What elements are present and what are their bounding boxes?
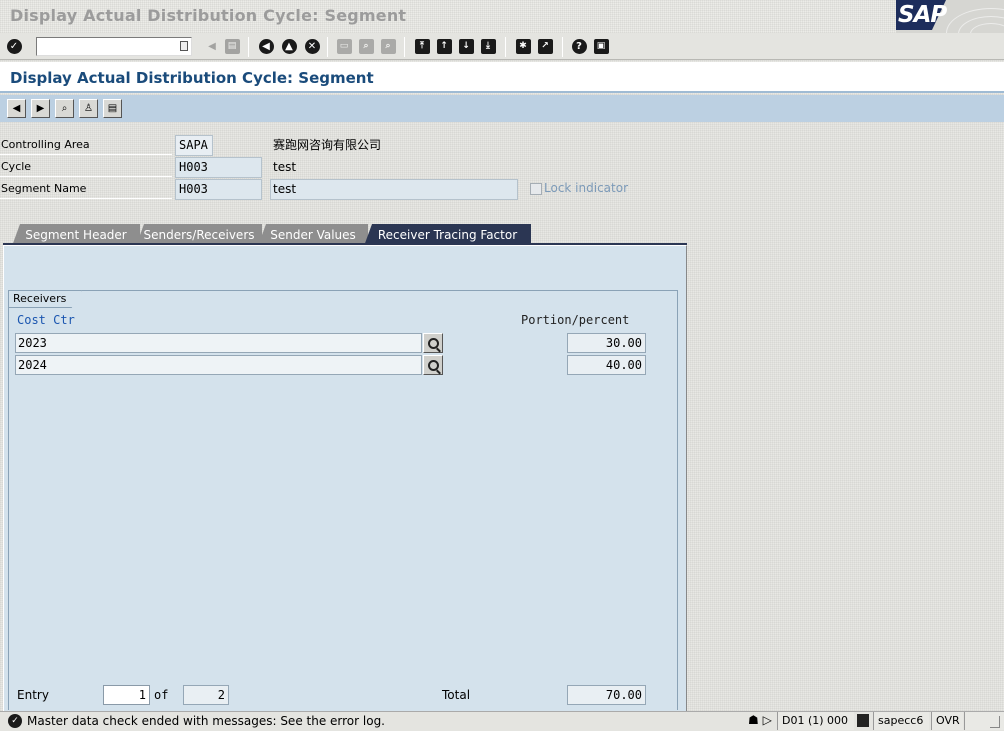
- cycle-label: Cycle: [0, 157, 172, 177]
- status-session-icon[interactable]: [857, 714, 869, 727]
- next-page-icon: ↓: [458, 38, 474, 54]
- segment-text-field[interactable]: test: [270, 179, 518, 200]
- status-system: D01 (1) 000: [777, 712, 854, 730]
- layout-menu-button[interactable]: ▣: [592, 37, 610, 55]
- cost-ctr-column-header[interactable]: Cost Ctr: [17, 313, 75, 327]
- dropdown-icon[interactable]: [180, 41, 188, 51]
- first-page-button[interactable]: ⤒: [413, 37, 431, 55]
- cycle-text: test: [273, 160, 297, 174]
- total-label: Total: [442, 688, 471, 702]
- search-help-button[interactable]: [423, 333, 443, 353]
- shortcut-icon: ↗: [537, 38, 553, 54]
- status-message[interactable]: Master data check ended with messages: S…: [27, 714, 385, 728]
- user-icon: ♙: [84, 103, 93, 114]
- separator: [505, 37, 506, 57]
- search-icon: [427, 337, 439, 349]
- shortcut-button[interactable]: ↗: [536, 37, 554, 55]
- enter-icon: ✓: [6, 38, 22, 54]
- segment-name-label: Segment Name: [0, 179, 172, 199]
- entry-field[interactable]: 1: [103, 685, 150, 705]
- lock-indicator-checkbox[interactable]: [530, 183, 542, 195]
- controlling-area-label: Controlling Area: [0, 135, 172, 155]
- table-row-cost-ctr[interactable]: 2024: [15, 355, 422, 375]
- previous-page-icon: ↑: [436, 38, 452, 54]
- last-page-button[interactable]: ⤓: [479, 37, 497, 55]
- separator: [327, 37, 328, 57]
- controlling-area-field[interactable]: SAPA: [175, 135, 213, 156]
- page-title: Display Actual Distribution Cycle: Segme…: [10, 69, 374, 87]
- previous-segment-icon: ◀: [12, 103, 21, 114]
- previous-page-button[interactable]: ↑: [435, 37, 453, 55]
- entry-label: Entry: [17, 688, 49, 702]
- last-page-icon: ⤓: [480, 38, 496, 54]
- exit-icon: ▲: [281, 38, 297, 54]
- total-field: 70.00: [567, 685, 646, 705]
- find-icon: ⌕: [358, 38, 374, 54]
- search-help-button[interactable]: [423, 355, 443, 375]
- find-next-icon: ⌕: [380, 38, 396, 54]
- back-arrow-button[interactable]: ◀: [203, 37, 221, 55]
- cycle-field[interactable]: H003: [175, 157, 262, 178]
- previous-segment-button[interactable]: ◀: [7, 99, 26, 118]
- receivers-group: [8, 290, 678, 710]
- find-button[interactable]: ⌕: [357, 37, 375, 55]
- find-next-button[interactable]: ⌕: [379, 37, 397, 55]
- first-page-icon: ⤒: [414, 38, 430, 54]
- table-row-portion[interactable]: 30.00: [567, 333, 646, 353]
- user-button[interactable]: ♙: [79, 99, 98, 118]
- layout-menu-icon: ▣: [593, 38, 609, 54]
- next-page-button[interactable]: ↓: [457, 37, 475, 55]
- save-button[interactable]: ▤: [223, 37, 241, 55]
- search-icon: [427, 359, 439, 371]
- print-preview-icon: ▤: [107, 103, 118, 114]
- save-icon: ▤: [224, 38, 240, 54]
- new-session-button[interactable]: ✱: [514, 37, 532, 55]
- segment-field[interactable]: H003: [175, 179, 262, 200]
- enter-button[interactable]: ✓: [5, 37, 23, 55]
- cancel-icon: ✕: [304, 38, 320, 54]
- new-session-icon: ✱: [515, 38, 531, 54]
- next-segment-button[interactable]: ▶: [31, 99, 50, 118]
- controlling-area-text: 赛跑网咨询有限公司: [273, 138, 382, 152]
- print-icon: ▭: [336, 38, 352, 54]
- receivers-group-title: Receivers: [8, 290, 82, 308]
- of-label: of: [154, 688, 169, 702]
- separator: [248, 37, 249, 57]
- status-server: sapecc6: [873, 712, 929, 730]
- exit-button[interactable]: ▲: [280, 37, 298, 55]
- window-title: Display Actual Distribution Cycle: Segme…: [10, 6, 407, 25]
- status-info-icon[interactable]: ☗ ▷: [748, 713, 772, 727]
- status-mode[interactable]: OVR: [931, 712, 963, 730]
- print-preview-button[interactable]: ▤: [103, 99, 122, 118]
- sap-logo-text: SAP: [898, 2, 947, 28]
- cancel-button[interactable]: ✕: [303, 37, 321, 55]
- table-row-cost-ctr[interactable]: 2023: [15, 333, 422, 353]
- command-field[interactable]: [36, 37, 192, 56]
- print-button[interactable]: ▭: [335, 37, 353, 55]
- next-segment-icon: ▶: [36, 103, 45, 114]
- binoculars-icon: ⌕: [61, 103, 68, 114]
- status-check-icon: ✓: [8, 714, 22, 728]
- entry-count-field: 2: [183, 685, 229, 705]
- back-button[interactable]: ◀: [257, 37, 275, 55]
- lock-indicator-label: Lock indicator: [544, 181, 628, 195]
- application-toolbar: [0, 95, 1004, 122]
- separator: [404, 37, 405, 57]
- back-icon: ◀: [258, 38, 274, 54]
- resize-grip-icon[interactable]: [990, 716, 1000, 728]
- help-button[interactable]: ?: [570, 37, 588, 55]
- table-row-portion[interactable]: 40.00: [567, 355, 646, 375]
- help-icon: ?: [571, 38, 587, 54]
- portion-column-header[interactable]: Portion/percent: [521, 313, 629, 327]
- back-arrow-icon: ◀: [208, 40, 216, 52]
- separator: [562, 37, 563, 57]
- binoculars-button[interactable]: ⌕: [55, 99, 74, 118]
